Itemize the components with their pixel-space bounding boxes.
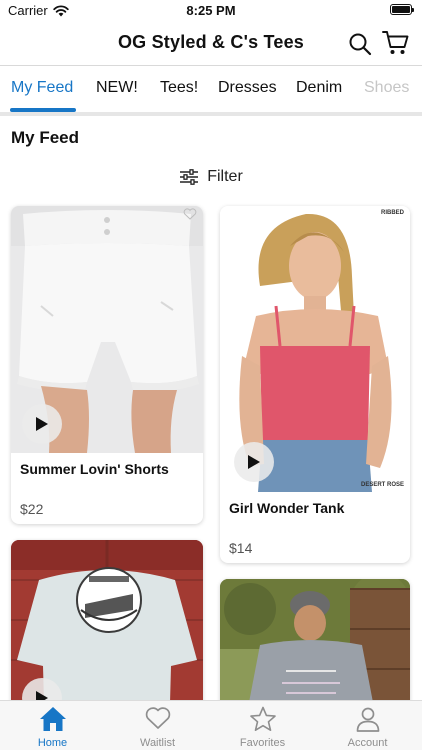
- cart-icon[interactable]: [382, 30, 410, 56]
- home-icon: [39, 707, 66, 731]
- tabbar-waitlist-label: Waitlist: [139, 737, 176, 749]
- tabbar-waitlist[interactable]: Waitlist: [105, 701, 210, 750]
- category-tabs: My Feed NEW! Tees! Dresses Denim Shoes: [0, 66, 422, 114]
- star-icon: [249, 706, 276, 731]
- tabbar-account-label: Account: [347, 737, 388, 749]
- person-icon: [356, 707, 379, 732]
- tab-tees[interactable]: Tees!: [160, 79, 198, 97]
- tab-denim[interactable]: Denim: [296, 79, 342, 97]
- bottom-tab-bar: Home Waitlist Favorites Account: [0, 700, 422, 750]
- image-tag-ribbed: RIBBED: [380, 210, 404, 216]
- tab-my-feed[interactable]: My Feed: [11, 79, 73, 97]
- favorite-heart-icon[interactable]: [183, 208, 197, 220]
- battery-icon: [390, 4, 414, 15]
- play-icon: [248, 455, 260, 469]
- app-header: OG Styled & C's Tees: [0, 22, 422, 66]
- tab-shoes[interactable]: Shoes: [364, 79, 409, 97]
- product-name: Summer Lovin' Shorts: [20, 461, 169, 477]
- search-icon[interactable]: [348, 32, 372, 56]
- filter-sliders-icon: [180, 169, 199, 185]
- status-time: 8:25 PM: [186, 3, 236, 18]
- play-icon: [36, 417, 48, 431]
- filter-button[interactable]: Filter: [0, 168, 422, 186]
- tab-dresses[interactable]: Dresses: [218, 79, 277, 97]
- tabs-divider: [0, 112, 422, 116]
- tabbar-account[interactable]: Account: [315, 701, 420, 750]
- image-tag-desert-rose: DESERT ROSE: [360, 482, 404, 488]
- play-video-button[interactable]: [22, 404, 62, 444]
- tabbar-favorites[interactable]: Favorites: [210, 701, 315, 750]
- tabbar-home-label: Home: [37, 737, 68, 749]
- tabbar-home[interactable]: Home: [0, 701, 105, 750]
- product-card-shorts[interactable]: Summer Lovin' Shorts $22: [11, 206, 203, 524]
- status-bar: Carrier 8:25 PM: [0, 0, 422, 22]
- feed-title: My Feed: [11, 128, 80, 147]
- product-name: Girl Wonder Tank: [229, 500, 345, 516]
- play-video-button[interactable]: [234, 442, 274, 482]
- product-price: $22: [20, 501, 44, 517]
- product-price: $14: [229, 540, 253, 556]
- tabbar-favorites-label: Favorites: [239, 737, 286, 749]
- heart-icon: [145, 707, 170, 729]
- product-card-tank[interactable]: RIBBED DESERT ROSE Girl Wonder Tank $14: [220, 206, 410, 563]
- tab-new[interactable]: NEW!: [96, 79, 138, 97]
- filter-label: Filter: [207, 168, 243, 185]
